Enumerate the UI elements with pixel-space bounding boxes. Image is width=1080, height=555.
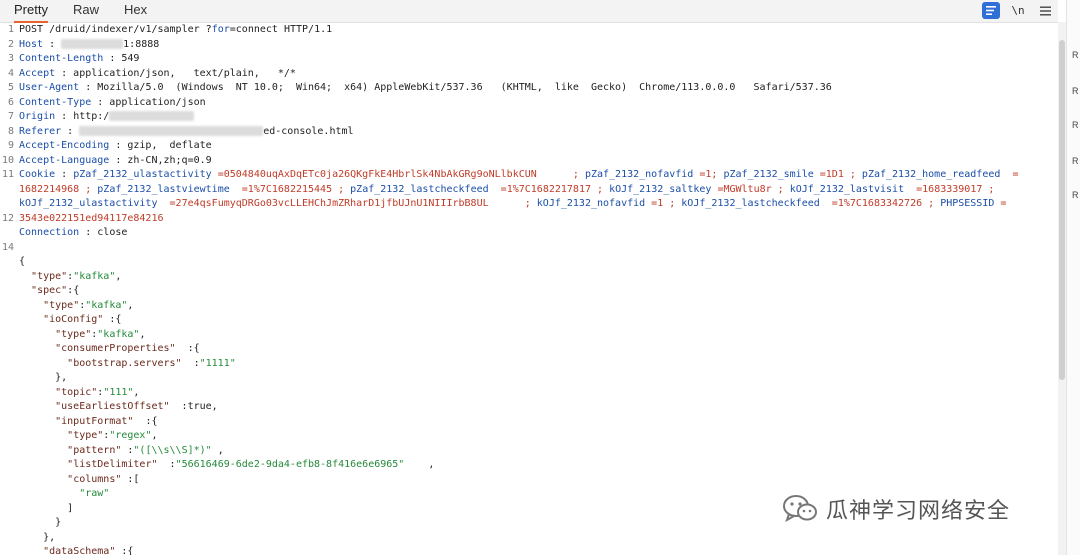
header-origin: Origin : http:/ <box>19 110 1054 125</box>
editor-scrollbar[interactable] <box>1058 22 1066 555</box>
redacted-referer <box>79 125 264 136</box>
header-referer: Referer : ed-console.html <box>19 125 354 137</box>
header-connection: Connection : close <box>19 227 128 238</box>
wrap-lines-icon[interactable] <box>982 2 1000 19</box>
http-message-editor[interactable]: 1 2 3 4 5 6 7 8 9 10 11 12 14 POST /drui… <box>0 23 1058 555</box>
header-content-length: Content-Length : 549 <box>19 53 140 64</box>
watermark: 瓜神学习网络安全 <box>782 492 1010 526</box>
side-panel-item[interactable]: R <box>1072 156 1079 166</box>
tab-raw[interactable]: Raw <box>73 0 99 21</box>
header-cookie: Cookie : pZaf_2132_ulastactivity =050484… <box>19 169 1019 224</box>
header-host: Host : 1:8888 <box>19 38 160 50</box>
header-accept-encoding: Accept-Encoding : gzip, deflate <box>19 140 212 151</box>
message-tab-bar: Pretty Raw Hex \n <box>0 0 1058 23</box>
side-panel-item[interactable]: R <box>1072 120 1079 130</box>
header-accept: Accept : application/json, text/plain, *… <box>19 67 296 79</box>
request-text: POST /druid/indexer/v1/sampler ?for=conn… <box>19 23 1054 555</box>
hamburger-menu-icon[interactable] <box>1036 2 1054 19</box>
tab-pretty[interactable]: Pretty <box>14 0 48 23</box>
redacted-host <box>61 38 124 49</box>
redacted-origin <box>109 111 195 121</box>
side-panel-item[interactable]: R <box>1072 50 1079 60</box>
newline-toggle-button[interactable]: \n <box>1009 2 1027 19</box>
tab-hex[interactable]: Hex <box>124 0 147 21</box>
side-panel-item[interactable]: R <box>1072 86 1079 96</box>
side-panel: R R R R R <box>1066 0 1080 555</box>
side-panel-item[interactable]: R <box>1072 190 1079 200</box>
wechat-icon <box>783 495 817 523</box>
header-accept-language: Accept-Language : zh-CN,zh;q=0.9 <box>19 154 212 166</box>
header-user-agent: User-Agent : Mozilla/5.0 (Windows NT 10.… <box>19 82 832 93</box>
scrollbar-thumb[interactable] <box>1059 40 1065 380</box>
header-content-type: Content-Type : application/json <box>19 96 206 108</box>
watermark-text: 瓜神学习网络安全 <box>826 499 1011 524</box>
line-numbers: 1 2 3 4 5 6 7 8 9 10 11 12 14 <box>1 24 14 253</box>
request-line: POST /druid/indexer/v1/sampler ?for=conn… <box>19 24 333 35</box>
